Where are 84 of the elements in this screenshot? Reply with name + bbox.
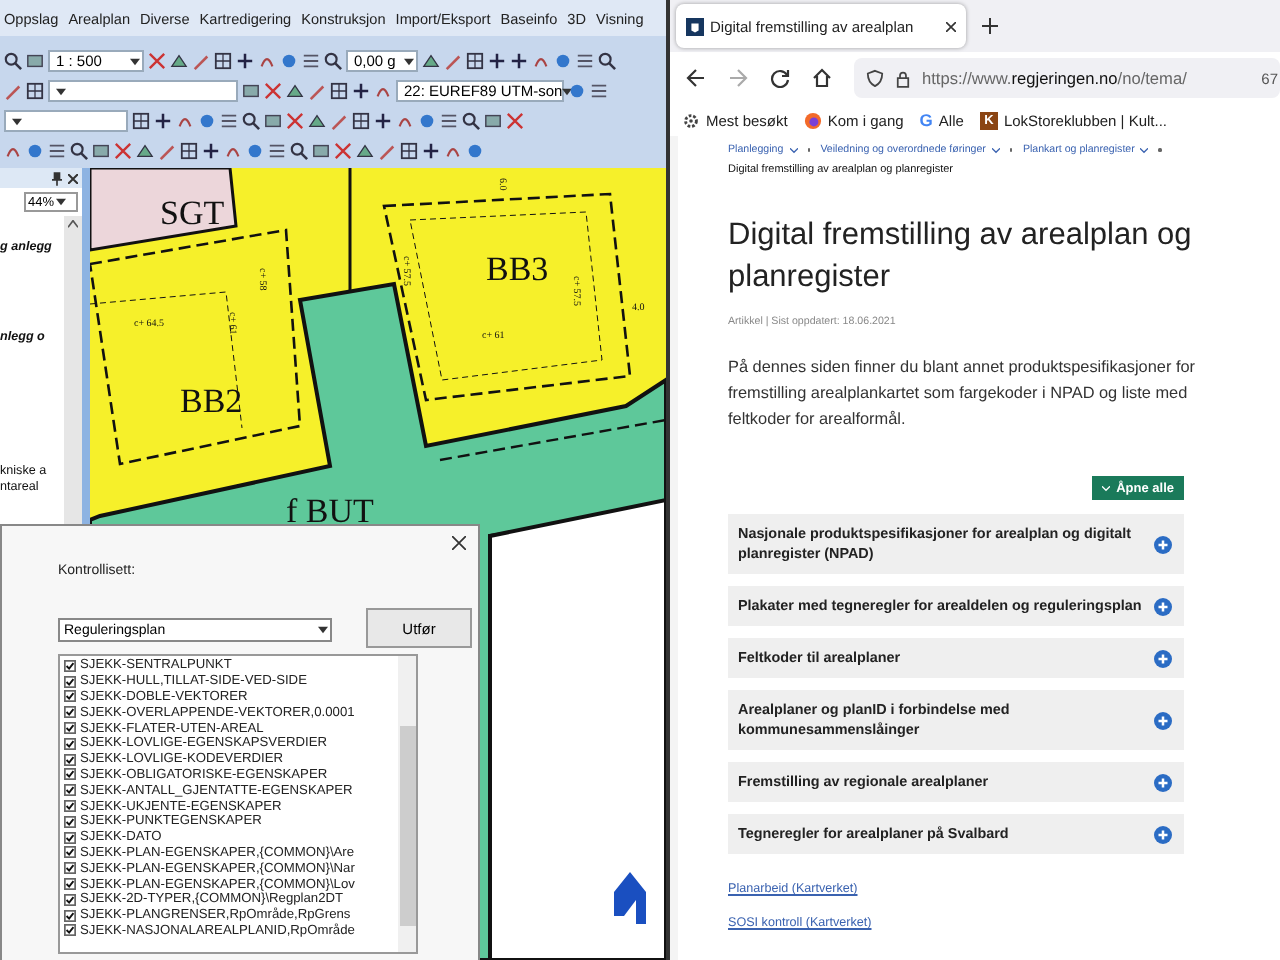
zone-label: SGT <box>160 194 225 232</box>
caret-icon <box>56 198 67 206</box>
input-field[interactable] <box>4 110 128 132</box>
new-tab-icon[interactable] <box>982 18 998 34</box>
intro-text: På dennes siden finner du blant annet produktspesifikasjoner for fremstilling arealplankartet som fargekoder i NPAD og liste med feltkoder for arealformål. <box>728 356 1197 432</box>
checkbox[interactable] <box>64 659 76 672</box>
checkbox[interactable] <box>64 846 76 859</box>
tool-icon[interactable] <box>202 142 220 160</box>
tool-icon[interactable] <box>330 82 348 100</box>
close-icon[interactable] <box>946 21 956 31</box>
tool-icon[interactable] <box>26 82 44 100</box>
caret-icon <box>56 87 66 95</box>
tool-icon[interactable] <box>242 112 260 130</box>
favicon-icon <box>686 17 704 35</box>
checkbox[interactable] <box>64 878 76 891</box>
caret-icon <box>404 57 414 65</box>
tool-icon[interactable] <box>576 52 594 70</box>
tool-icon[interactable] <box>462 112 480 130</box>
checkbox[interactable] <box>64 893 76 906</box>
zone-label: f BUT <box>286 492 374 530</box>
tool-icon[interactable] <box>352 82 370 100</box>
tool-icon[interactable] <box>440 112 458 130</box>
tool-icon[interactable] <box>324 52 342 70</box>
chevron-icon <box>1140 147 1149 153</box>
pin-icon[interactable] <box>52 171 62 185</box>
scrollbar[interactable] <box>398 656 416 952</box>
chevron-icon <box>1102 485 1111 491</box>
tool-icon[interactable] <box>4 52 22 70</box>
gear-icon <box>682 111 700 129</box>
close-icon[interactable] <box>68 173 78 183</box>
tool-icon[interactable] <box>510 52 528 70</box>
tool-icon[interactable] <box>400 142 418 160</box>
tool-icon[interactable] <box>466 52 484 70</box>
zone-label: BB2 <box>180 382 243 420</box>
tool-icon[interactable] <box>154 112 172 130</box>
checkbox[interactable] <box>64 909 76 922</box>
checkbox[interactable] <box>64 831 76 844</box>
tool-icon[interactable] <box>92 142 110 160</box>
input-field[interactable] <box>48 80 238 102</box>
tool-icon[interactable] <box>352 112 370 130</box>
tool-icon[interactable] <box>374 112 392 130</box>
caret-icon <box>562 87 573 95</box>
tool-icon[interactable] <box>214 52 232 70</box>
checkbox[interactable] <box>64 924 76 937</box>
tool-icon[interactable] <box>220 112 238 130</box>
home-icon[interactable] <box>812 68 832 88</box>
checkbox[interactable] <box>64 768 76 781</box>
google-icon: G <box>919 110 933 130</box>
tool-icon[interactable] <box>132 112 150 130</box>
lock-icon[interactable] <box>896 69 910 87</box>
chevron-icon <box>789 147 798 153</box>
tool-icon[interactable] <box>302 52 320 70</box>
tool-icon[interactable] <box>236 52 254 70</box>
checkbox[interactable] <box>64 800 76 813</box>
tool-icon[interactable] <box>70 142 88 160</box>
tool-icon[interactable] <box>180 142 198 160</box>
shield-icon[interactable] <box>866 68 884 88</box>
tool-icon[interactable] <box>422 142 440 160</box>
checkbox[interactable] <box>64 784 76 797</box>
caret-icon <box>318 626 328 634</box>
caret-icon <box>12 117 22 125</box>
checkbox[interactable] <box>64 690 76 703</box>
checkbox[interactable] <box>64 722 76 735</box>
page-title: Digital fremstilling av arealplan og planregister <box>728 216 1194 298</box>
checkbox[interactable] <box>64 737 76 750</box>
zone-label: BB3 <box>486 250 549 288</box>
checkbox[interactable] <box>64 675 76 688</box>
globe-icon <box>803 111 822 129</box>
chevron-icon <box>991 147 1000 153</box>
north-arrow-icon <box>614 872 646 924</box>
tool-icon[interactable] <box>598 52 616 70</box>
tool-icon[interactable] <box>268 142 286 160</box>
tool-icon[interactable] <box>488 52 506 70</box>
tool-icon[interactable] <box>290 142 308 160</box>
checkbox[interactable] <box>64 862 76 875</box>
checkbox[interactable] <box>64 706 76 719</box>
checkbox[interactable] <box>64 753 76 766</box>
back-icon[interactable] <box>686 68 706 88</box>
tool-icon[interactable] <box>48 142 66 160</box>
reload-icon[interactable] <box>770 68 790 88</box>
tool-icon[interactable] <box>590 82 608 100</box>
caret-icon <box>130 57 140 65</box>
close-icon[interactable] <box>452 536 466 550</box>
checkbox[interactable] <box>64 815 76 828</box>
